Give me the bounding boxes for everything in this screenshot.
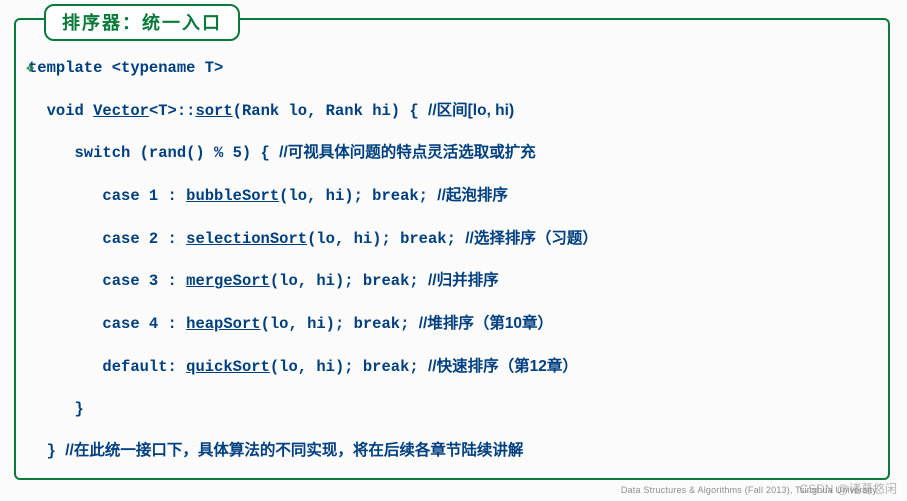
slide-title-badge: 排序器：统一入口	[44, 4, 240, 41]
code-text: case 2 :	[28, 230, 186, 248]
comment: //快速排序（第12章）	[428, 358, 578, 375]
code-line-1: ❖template <typename T>	[28, 58, 878, 80]
code-text: (lo, hi); break;	[270, 272, 428, 290]
code-text: (Rank lo, Rank hi) {	[233, 102, 428, 120]
identifier-bubblesort: bubbleSort	[186, 187, 279, 205]
code-line-4: case 1 : bubbleSort(lo, hi); break; //起泡…	[28, 185, 878, 208]
code-text: (lo, hi); break;	[261, 315, 419, 333]
identifier-vector: Vector	[93, 102, 149, 120]
code-line-8: default: quickSort(lo, hi); break; //快速排…	[28, 356, 878, 379]
identifier-sort: sort	[195, 102, 232, 120]
identifier-quicksort: quickSort	[186, 358, 270, 376]
code-text: (lo, hi); break;	[279, 187, 437, 205]
code-text: case 1 :	[28, 187, 186, 205]
code-line-3: switch (rand() % 5) { //可视具体问题的特点灵活选取或扩充	[28, 142, 878, 165]
code-block: ❖template <typename T> void Vector<T>::s…	[28, 58, 878, 463]
code-line-10: } //在此统一接口下，具体算法的不同实现，将在后续各章节陆续讲解	[28, 440, 878, 463]
code-text: (lo, hi); break;	[270, 358, 428, 376]
watermark: CSDN @诸葛悠闲	[799, 480, 897, 497]
comment: //可视具体问题的特点灵活选取或扩充	[279, 144, 536, 161]
comment: //区间[lo, hi)	[428, 102, 514, 119]
code-text: switch (rand() % 5) {	[28, 144, 279, 162]
code-line-2: void Vector<T>::sort(Rank lo, Rank hi) {…	[28, 100, 878, 123]
code-text: case 3 :	[28, 272, 186, 290]
code-line-6: case 3 : mergeSort(lo, hi); break; //归并排…	[28, 270, 878, 293]
code-text: <T>::	[149, 102, 196, 120]
comment: //归并排序	[428, 272, 499, 289]
identifier-mergesort: mergeSort	[186, 272, 270, 290]
code-line-7: case 4 : heapSort(lo, hi); break; //堆排序（…	[28, 313, 878, 336]
comment: //选择排序（习题）	[465, 230, 598, 247]
identifier-heapsort: heapSort	[186, 315, 260, 333]
code-text: }	[28, 400, 84, 418]
slide-title: 排序器：统一入口	[62, 13, 222, 33]
code-text: }	[28, 442, 65, 460]
comment: //在此统一接口下，具体算法的不同实现，将在后续各章节陆续讲解	[65, 442, 523, 459]
code-line-9: }	[28, 399, 878, 421]
code-text: case 4 :	[28, 315, 186, 333]
code-text: (lo, hi); break;	[307, 230, 465, 248]
identifier-selectionsort: selectionSort	[186, 230, 307, 248]
comment: //堆排序（第10章）	[419, 315, 553, 332]
code-text: void	[28, 102, 93, 120]
comment: //起泡排序	[437, 187, 508, 204]
code-text: template <typename T>	[28, 59, 223, 77]
code-line-5: case 2 : selectionSort(lo, hi); break; /…	[28, 228, 878, 251]
code-text: default:	[28, 358, 186, 376]
